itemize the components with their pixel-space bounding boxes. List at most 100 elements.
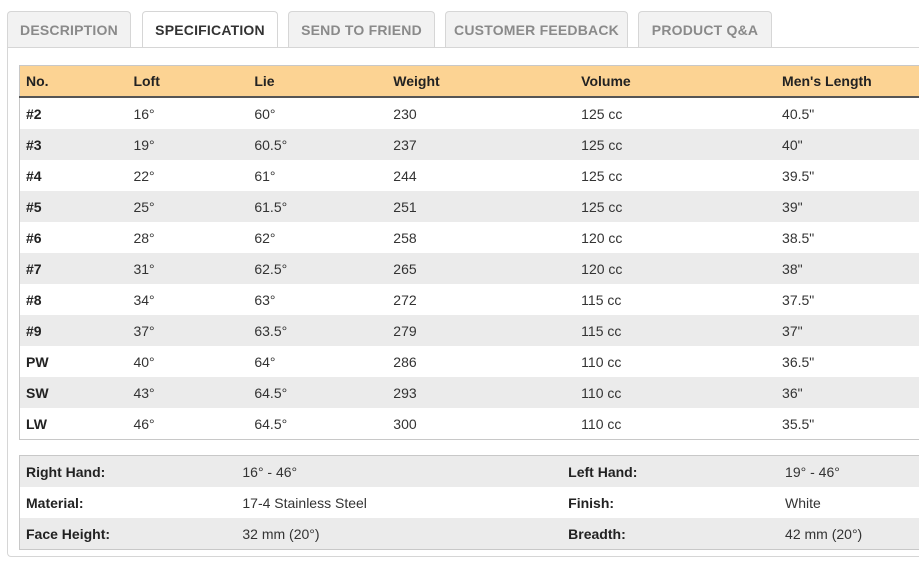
table-row: #9 37° 63.5° 279 115 cc 37" [19, 315, 919, 346]
column-header-weight: Weight [387, 65, 576, 98]
cell-weight: 300 [393, 415, 417, 432]
tab-description[interactable]: DESCRIPTION [7, 11, 131, 47]
table-row: #2 16° 60° 230 125 cc 40.5" [20, 97, 919, 129]
attribute-value: 16° - 46° [236, 455, 563, 487]
attribute-label: Finish: [568, 494, 615, 511]
table-row: #8 34° 63° 272 115 cc 37.5" [20, 284, 919, 315]
table-row: #6 28° 62° 258 120 cc 38.5" [20, 222, 919, 253]
cell-no: SW [19, 377, 128, 408]
cell-mens-length: 37.5" [782, 291, 815, 308]
cell-no: #2 [26, 105, 42, 122]
cell-no: #3 [19, 129, 128, 160]
cell-volume: 110 cc [575, 377, 777, 408]
cell-loft: 46° [133, 415, 155, 432]
attribute-label: Breadth: [562, 518, 780, 550]
cell-lie: 60.5° [248, 129, 388, 160]
attribute-value: 19° - 46° [779, 455, 919, 487]
cell-weight: 272 [393, 291, 417, 308]
cell-loft: 28° [133, 229, 155, 246]
specification-table: No. Loft Lie Weight Volume Men's Length … [19, 65, 919, 440]
cell-mens-length: 39.5" [782, 167, 815, 184]
cell-no: LW [26, 415, 47, 432]
cell-weight: 251 [387, 191, 576, 222]
cell-volume: 120 cc [581, 229, 623, 246]
cell-mens-length: 39" [776, 191, 919, 222]
cell-loft: 37° [127, 315, 249, 346]
cell-loft: 43° [127, 377, 249, 408]
cell-volume: 125 cc [575, 191, 777, 222]
attribute-label: Left Hand: [562, 455, 780, 487]
cell-weight: 286 [393, 353, 417, 370]
column-header-lie: Lie [248, 65, 388, 98]
cell-loft: 19° [127, 129, 249, 160]
table-row: #7 31° 62.5° 265 120 cc 38" [19, 253, 919, 284]
cell-mens-length: 40.5" [782, 105, 815, 122]
attribute-value: White [785, 494, 821, 511]
cell-lie: 64.5° [248, 377, 388, 408]
attributes-table: Right Hand: 16° - 46° Left Hand: 19° - 4… [19, 455, 919, 550]
cell-mens-length: 38" [776, 253, 919, 284]
tab-send-to-friend[interactable]: SEND TO FRIEND [288, 11, 435, 47]
cell-loft: 22° [133, 167, 155, 184]
attribute-label: Face Height: [19, 518, 237, 550]
cell-lie: 61.5° [248, 191, 388, 222]
cell-lie: 62.5° [248, 253, 388, 284]
column-header-mens-length: Men's Length [776, 65, 919, 98]
cell-lie: 63° [254, 291, 276, 308]
tab-customer-feedback[interactable]: CUSTOMER FEEDBACK [445, 11, 628, 47]
cell-no: #7 [19, 253, 128, 284]
cell-lie: 64° [254, 353, 276, 370]
cell-no: #6 [26, 229, 42, 246]
cell-weight: 279 [387, 315, 576, 346]
cell-mens-length: 36" [776, 377, 919, 408]
attribute-row: Material: 17-4 Stainless Steel Finish: W… [20, 487, 919, 518]
cell-no: PW [26, 353, 49, 370]
cell-no: #4 [26, 167, 42, 184]
cell-no: #5 [19, 191, 128, 222]
column-header-no: No. [19, 65, 128, 98]
tab-specification[interactable]: SPECIFICATION [142, 11, 278, 49]
cell-loft: 31° [127, 253, 249, 284]
column-header-loft: Loft [127, 65, 249, 98]
cell-volume: 125 cc [581, 105, 623, 122]
cell-volume: 125 cc [575, 129, 777, 160]
attribute-row: Right Hand: 16° - 46° Left Hand: 19° - 4… [19, 455, 919, 487]
cell-mens-length: 37" [776, 315, 919, 346]
cell-loft: 16° [133, 105, 155, 122]
cell-lie: 62° [254, 229, 276, 246]
cell-weight: 230 [393, 105, 417, 122]
specification-panel: No. Loft Lie Weight Volume Men's Length … [7, 47, 919, 557]
attribute-value: 42 mm (20°) [779, 518, 919, 550]
table-header-row: No. Loft Lie Weight Volume Men's Length [19, 65, 919, 98]
cell-volume: 115 cc [575, 315, 777, 346]
attribute-row: Face Height: 32 mm (20°) Breadth: 42 mm … [19, 518, 919, 550]
attribute-value: 17-4 Stainless Steel [242, 494, 367, 511]
tab-product-qa[interactable]: PRODUCT Q&A [638, 11, 772, 47]
attribute-label: Right Hand: [19, 455, 237, 487]
cell-volume: 110 cc [581, 353, 622, 370]
table-row: SW 43° 64.5° 293 110 cc 36" [19, 377, 919, 408]
column-header-volume: Volume [575, 65, 777, 98]
table-row: #3 19° 60.5° 237 125 cc 40" [19, 129, 919, 160]
cell-mens-length: 35.5" [782, 415, 815, 432]
attribute-value: 32 mm (20°) [236, 518, 563, 550]
cell-weight: 265 [387, 253, 576, 284]
table-row: #4 22° 61° 244 125 cc 39.5" [20, 160, 919, 191]
cell-weight: 237 [387, 129, 576, 160]
cell-mens-length: 38.5" [782, 229, 815, 246]
cell-lie: 64.5° [254, 415, 288, 432]
cell-no: #9 [19, 315, 128, 346]
cell-volume: 125 cc [581, 167, 623, 184]
cell-loft: 25° [127, 191, 249, 222]
cell-mens-length: 36.5" [782, 353, 815, 370]
cell-loft: 34° [133, 291, 155, 308]
cell-mens-length: 40" [776, 129, 919, 160]
cell-loft: 40° [133, 353, 155, 370]
table-row: #5 25° 61.5° 251 125 cc 39" [19, 191, 919, 222]
cell-lie: 60° [254, 105, 276, 122]
cell-weight: 258 [393, 229, 417, 246]
cell-volume: 110 cc [581, 415, 622, 432]
cell-volume: 115 cc [581, 291, 622, 308]
table-row: LW 46° 64.5° 300 110 cc 35.5" [20, 408, 919, 440]
cell-weight: 244 [393, 167, 417, 184]
